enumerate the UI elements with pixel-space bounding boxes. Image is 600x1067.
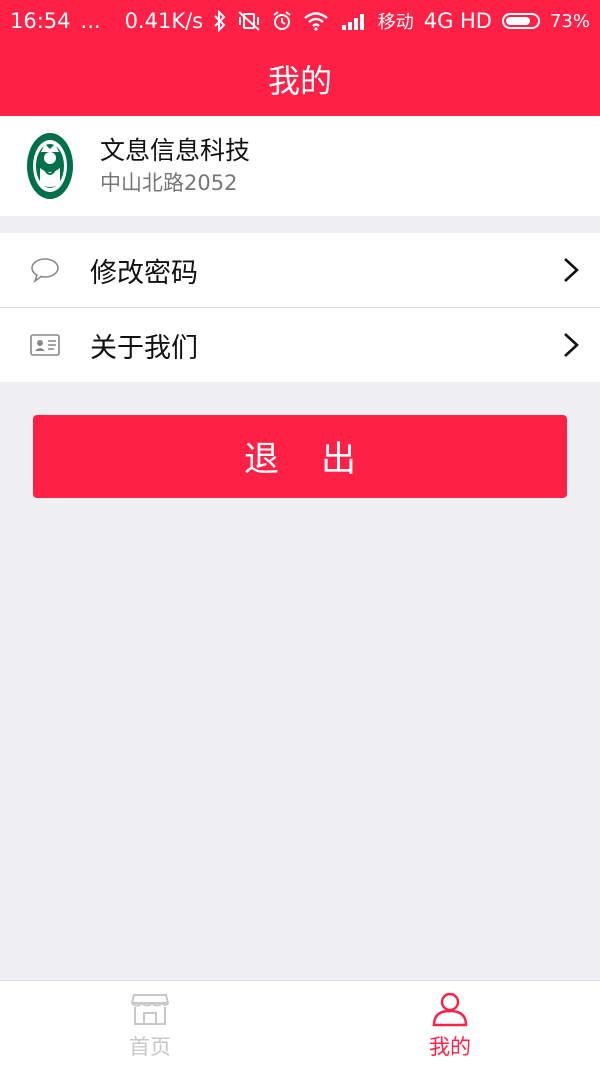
tab-label: 首页: [129, 1035, 171, 1059]
tab-home[interactable]: 首页: [0, 981, 300, 1067]
menu-item-label: 修改密码: [90, 257, 198, 289]
menu-item-about-us[interactable]: 关于我们: [0, 308, 600, 382]
bottom-tab-bar: 首页 我的: [0, 980, 600, 1067]
store-icon: [130, 994, 170, 1025]
status-speed: 0.41K/s: [124, 9, 204, 33]
tab-label: 我的: [429, 1035, 471, 1059]
page-header: 我的: [0, 42, 600, 116]
status-battery: 73%: [549, 10, 590, 32]
status-time: 16:54: [10, 9, 71, 33]
status-network: 4G HD: [423, 9, 492, 33]
starbucks-logo: [27, 133, 73, 199]
menu-item-change-password[interactable]: 修改密码: [0, 233, 600, 308]
chevron-right-icon: [564, 258, 579, 282]
company-address: 中山北路2052: [100, 171, 238, 195]
signal-icon: [341, 14, 364, 30]
wifi-icon: [304, 12, 328, 31]
status-carrier: 移动: [377, 12, 414, 33]
profile-card: 文息信息科技 中山北路2052: [0, 116, 600, 216]
status-bar: 16:54 ... 0.41K/s 移动 4G HD 73%: [0, 0, 600, 42]
status-dots: ...: [80, 9, 101, 33]
alarm-icon: [273, 11, 291, 30]
battery-icon: [501, 13, 540, 29]
chevron-right-icon: [564, 333, 579, 357]
page-title: 我的: [267, 62, 332, 100]
menu-item-label: 关于我们: [90, 332, 198, 364]
bluetooth-icon: [214, 10, 226, 32]
vibrate-off-icon: [238, 11, 260, 31]
chat-bubble-icon: [31, 258, 59, 283]
company-name: 文息信息科技: [100, 136, 251, 165]
user-icon: [432, 992, 468, 1027]
logout-button[interactable]: 退出: [33, 415, 567, 498]
tab-mine[interactable]: 我的: [300, 981, 600, 1067]
id-card-icon: [30, 334, 60, 356]
settings-menu: 修改密码 关于我们: [0, 233, 600, 382]
